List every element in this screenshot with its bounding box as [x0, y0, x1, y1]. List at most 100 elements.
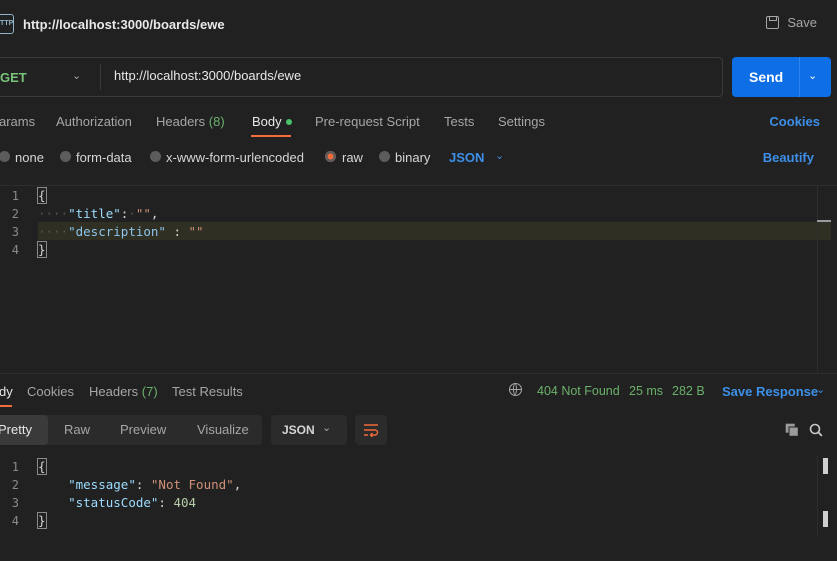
- format-label[interactable]: JSON: [282, 423, 315, 437]
- headers-count: (7): [141, 384, 158, 399]
- copy-icon[interactable]: [785, 423, 799, 437]
- tab-headers[interactable]: Headers (8): [156, 114, 225, 129]
- radio-raw-label[interactable]: raw: [342, 150, 363, 165]
- radio-binary[interactable]: [379, 151, 390, 162]
- http-icon: HTTP: [0, 14, 14, 34]
- line-number: 1: [11, 460, 19, 474]
- language-select[interactable]: JSON: [449, 150, 484, 165]
- view-visualize[interactable]: Visualize: [197, 422, 249, 437]
- line-number: 3: [11, 496, 19, 510]
- radio-none-label[interactable]: none: [15, 150, 44, 165]
- line-number: 1: [11, 189, 19, 203]
- line-number: 2: [11, 207, 19, 221]
- beautify-link[interactable]: Beautify: [763, 150, 814, 165]
- method-select[interactable]: GET: [0, 70, 27, 85]
- radio-raw[interactable]: [325, 151, 336, 162]
- code-line[interactable]: "message": "Not Found",: [38, 477, 241, 492]
- view-pretty[interactable]: Pretty: [0, 422, 32, 437]
- response-tab-body[interactable]: dy: [0, 384, 13, 399]
- response-divider[interactable]: [0, 373, 837, 374]
- response-size[interactable]: 282 B: [672, 384, 705, 398]
- tab-params[interactable]: arams: [0, 114, 35, 129]
- indent-whitespace: ····: [38, 206, 69, 221]
- indent-whitespace: ····: [38, 224, 69, 239]
- json-key: "statusCode": [68, 495, 159, 510]
- json-value: "Not Found": [150, 477, 234, 492]
- scrollbar-marker: [817, 220, 831, 222]
- radio-none[interactable]: [0, 151, 10, 162]
- line-number: 3: [11, 225, 19, 239]
- headers-count: (8): [208, 114, 225, 129]
- code-line[interactable]: ····"title":·"",: [38, 206, 158, 221]
- save-button[interactable]: Save: [766, 15, 817, 30]
- tab-headers-label: Headers: [156, 114, 206, 129]
- radio-binary-label[interactable]: binary: [395, 150, 430, 165]
- json-value: "": [188, 224, 204, 239]
- comma: ,: [150, 206, 159, 221]
- radio-urlencoded-label[interactable]: x-www-form-urlencoded: [166, 150, 304, 165]
- status-code[interactable]: 404 Not Found: [537, 384, 620, 398]
- active-tab-indicator: [0, 405, 12, 407]
- code-line[interactable]: {: [37, 187, 47, 204]
- tab-body-label: Body: [252, 114, 282, 129]
- response-time[interactable]: 25 ms: [629, 384, 663, 398]
- search-icon[interactable]: [809, 423, 823, 437]
- scrollbar-marker: [823, 458, 828, 474]
- tab-settings[interactable]: Settings: [498, 114, 545, 129]
- editor-scrollbar[interactable]: [817, 186, 832, 372]
- code-line[interactable]: }: [37, 241, 47, 258]
- body-indicator-dot: [285, 118, 292, 125]
- radio-urlencoded[interactable]: [150, 151, 161, 162]
- code-line[interactable]: ····"description" : "": [38, 224, 204, 239]
- json-value: "": [135, 206, 151, 221]
- chevron-down-icon[interactable]: ⌄: [816, 383, 825, 396]
- active-tab-indicator: [251, 135, 291, 137]
- json-value: 404: [173, 495, 197, 510]
- json-key: "message": [68, 477, 136, 492]
- json-key: "description": [68, 224, 166, 239]
- save-icon: [766, 16, 780, 29]
- whitespace-marker: ·: [128, 206, 136, 221]
- tab-authorization[interactable]: Authorization: [56, 114, 132, 129]
- response-tab-headers[interactable]: Headers (7): [89, 384, 158, 399]
- code-line[interactable]: "statusCode": 404: [38, 495, 196, 510]
- divider: [799, 57, 800, 97]
- response-scrollbar[interactable]: [817, 455, 818, 535]
- chevron-down-icon[interactable]: ⌄: [495, 149, 504, 162]
- tab-body[interactable]: Body: [252, 114, 292, 129]
- send-label[interactable]: Send: [749, 69, 783, 85]
- url-input[interactable]: [114, 68, 674, 83]
- radio-form-data-label[interactable]: form-data: [76, 150, 132, 165]
- view-raw[interactable]: Raw: [64, 422, 90, 437]
- chevron-down-icon[interactable]: ⌄: [322, 421, 331, 434]
- request-title[interactable]: http://localhost:3000/boards/ewe: [23, 17, 225, 32]
- code-line[interactable]: {: [37, 458, 47, 475]
- close-brace: }: [37, 512, 47, 529]
- open-brace: {: [37, 187, 47, 204]
- line-number: 2: [11, 478, 19, 492]
- open-brace: {: [37, 458, 47, 475]
- line-number: 4: [11, 243, 19, 257]
- code-line[interactable]: }: [37, 512, 47, 529]
- tab-tests[interactable]: Tests: [444, 114, 474, 129]
- response-tab-headers-label: Headers: [89, 384, 139, 399]
- radio-form-data[interactable]: [60, 151, 71, 162]
- send-options-chevron-icon[interactable]: ⌄: [808, 69, 817, 82]
- chevron-down-icon[interactable]: ⌄: [72, 69, 81, 82]
- editor-border: [0, 185, 837, 186]
- save-label: Save: [787, 15, 817, 30]
- tab-pre-request-script[interactable]: Pre-request Script: [315, 114, 420, 129]
- wrap-lines-icon: [364, 424, 379, 437]
- view-preview[interactable]: Preview: [120, 422, 166, 437]
- cookies-link[interactable]: Cookies: [769, 114, 820, 129]
- line-number: 4: [11, 514, 19, 528]
- divider: [100, 64, 101, 90]
- response-tab-cookies[interactable]: Cookies: [27, 384, 74, 399]
- close-brace: }: [37, 241, 47, 258]
- colon: :: [165, 224, 189, 239]
- globe-icon[interactable]: [509, 383, 522, 396]
- json-key: "title": [68, 206, 121, 221]
- save-response-button[interactable]: Save Response: [722, 384, 818, 399]
- response-tab-test-results[interactable]: Test Results: [172, 384, 243, 399]
- scrollbar-marker: [823, 511, 828, 527]
